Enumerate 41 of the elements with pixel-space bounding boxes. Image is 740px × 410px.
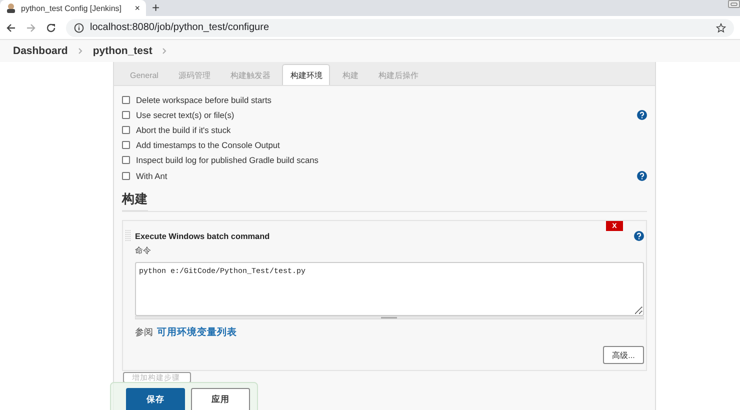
help-icon[interactable] xyxy=(634,231,644,242)
tab-close-button[interactable]: × xyxy=(134,4,140,12)
section-heading: 构建 xyxy=(122,191,148,212)
checkbox[interactable] xyxy=(122,156,130,164)
checkbox-label: With Ant xyxy=(136,170,168,181)
checkbox[interactable] xyxy=(122,96,130,104)
field-label: 命令 xyxy=(135,245,152,256)
checkbox[interactable] xyxy=(122,141,130,150)
see-also-text: 参阅 xyxy=(135,326,153,340)
forward-icon[interactable] xyxy=(26,22,36,32)
window-control-icon[interactable] xyxy=(728,0,740,8)
save-button[interactable]: 保存 xyxy=(126,388,185,410)
help-icon[interactable] xyxy=(637,170,647,181)
breadcrumb-link[interactable]: Dashboard xyxy=(13,45,68,57)
checkbox[interactable] xyxy=(122,172,130,180)
checkbox[interactable] xyxy=(122,126,130,134)
drag-handle-icon[interactable] xyxy=(125,230,131,242)
tab-title: python_test Config [Jenkins] xyxy=(21,4,123,12)
back-icon[interactable] xyxy=(6,22,16,32)
checkbox-label: Use secret text(s) or file(s) xyxy=(136,110,236,120)
browser-tab[interactable]: python_test Config [Jenkins] × xyxy=(0,0,146,16)
checkbox[interactable] xyxy=(122,110,130,119)
apply-button[interactable]: 应用 xyxy=(191,388,250,410)
chevron-icon xyxy=(162,48,168,54)
new-tab-button[interactable]: + xyxy=(152,1,160,14)
config-tab[interactable]: 构建环境 xyxy=(282,64,330,85)
star-icon[interactable] xyxy=(716,22,726,32)
breadcrumb-link[interactable]: python_test xyxy=(92,45,152,57)
checkbox-label: Inspect build log for published Gradle build scans xyxy=(136,155,320,166)
chevron-icon xyxy=(78,48,83,54)
info-icon[interactable] xyxy=(74,22,84,32)
env-vars-link[interactable]: 可用环境变量列表 xyxy=(157,326,237,340)
url-text: localhost:8080/job/python_test/configure xyxy=(90,22,270,33)
step-title: Execute Windows batch command xyxy=(135,232,271,241)
advanced-button[interactable]: 高级... xyxy=(603,346,644,364)
help-icon[interactable] xyxy=(637,110,647,120)
checkbox-label: Add timestamps to the Console Output xyxy=(136,140,281,150)
reload-icon[interactable] xyxy=(46,22,56,32)
checkbox-label: Delete workspace before build starts xyxy=(136,94,272,105)
checkbox-label: Abort the build if it's stuck xyxy=(136,124,232,135)
address-bar[interactable]: localhost:8080/job/python_test/configure xyxy=(66,18,734,36)
